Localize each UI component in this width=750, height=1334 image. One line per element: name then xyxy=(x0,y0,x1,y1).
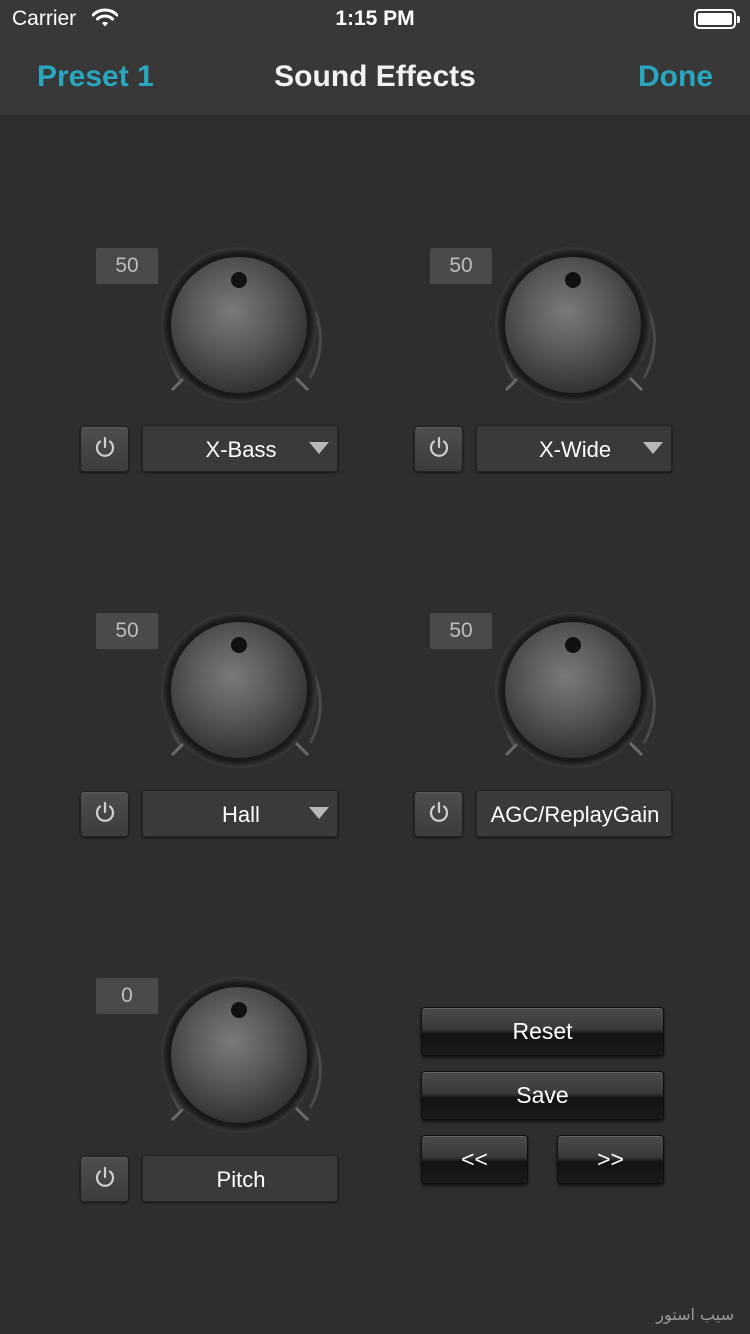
nav-bar: Preset 1 Sound Effects Done xyxy=(0,40,750,116)
x-bass-value: 50 xyxy=(96,248,158,284)
reset-button[interactable]: Reset xyxy=(421,1007,664,1056)
power-icon xyxy=(93,435,117,464)
pitch-label: Pitch xyxy=(216,1167,266,1192)
pitch-selector[interactable]: Pitch xyxy=(142,1155,338,1202)
next-preset-button[interactable]: >> xyxy=(557,1135,664,1184)
x-bass-power-button[interactable] xyxy=(80,426,129,472)
power-icon xyxy=(93,800,117,829)
status-time: 1:15 PM xyxy=(335,7,415,30)
save-button[interactable]: Save xyxy=(421,1071,664,1120)
x-bass-selector[interactable]: X-Bass xyxy=(142,425,338,472)
battery-icon xyxy=(694,9,740,29)
hall-value: 50 xyxy=(96,613,158,649)
caret-down-icon xyxy=(309,442,329,454)
power-icon xyxy=(93,1165,117,1194)
power-icon xyxy=(427,435,451,464)
hall-power-button[interactable] xyxy=(80,791,129,837)
agc-knob[interactable] xyxy=(484,605,664,775)
x-wide-knob[interactable] xyxy=(484,240,664,410)
agc-power-button[interactable] xyxy=(414,791,463,837)
done-button[interactable]: Done xyxy=(638,60,713,94)
x-wide-selector[interactable]: X-Wide xyxy=(476,425,672,472)
hall-selector[interactable]: Hall xyxy=(142,790,338,837)
caret-down-icon xyxy=(309,807,329,819)
pitch-knob[interactable] xyxy=(150,970,330,1140)
pitch-value: 0 xyxy=(96,978,158,1014)
preset-button[interactable]: Preset 1 xyxy=(37,60,154,94)
caret-down-icon xyxy=(643,442,663,454)
status-bar: Carrier 1:15 PM xyxy=(0,0,750,40)
agc-value: 50 xyxy=(430,613,492,649)
x-wide-power-button[interactable] xyxy=(414,426,463,472)
hall-knob[interactable] xyxy=(150,605,330,775)
power-icon xyxy=(427,800,451,829)
previous-preset-button[interactable]: << xyxy=(421,1135,528,1184)
pitch-power-button[interactable] xyxy=(80,1156,129,1202)
x-bass-knob[interactable] xyxy=(150,240,330,410)
agc-label: AGC/ReplayGain xyxy=(490,802,660,827)
x-wide-value: 50 xyxy=(430,248,492,284)
watermark-logo: سیب استور xyxy=(656,1305,734,1324)
agc-selector[interactable]: AGC/ReplayGain xyxy=(476,790,672,837)
